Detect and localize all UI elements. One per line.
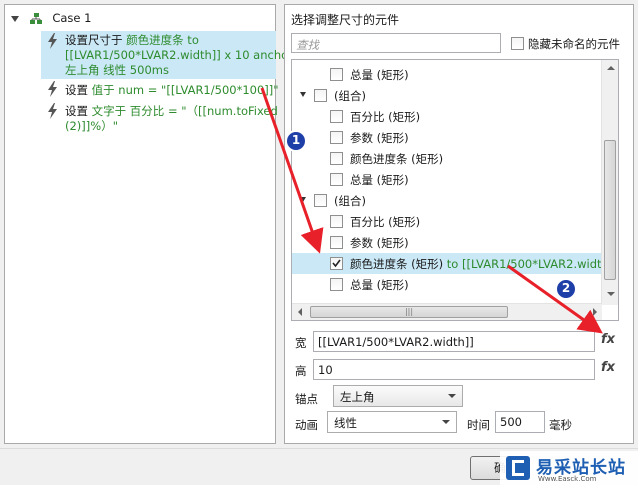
widget-checkbox[interactable] bbox=[330, 131, 343, 144]
widget-list-item[interactable]: 百分比 (矩形) bbox=[292, 211, 602, 232]
widget-checkbox[interactable] bbox=[330, 257, 343, 270]
widget-label: 百分比 (矩形) bbox=[350, 215, 421, 229]
chevron-down-icon bbox=[442, 420, 450, 424]
lightning-icon bbox=[48, 33, 57, 49]
scroll-left-icon[interactable] bbox=[298, 308, 302, 316]
widget-resize-expression: to [[LVAR1/500*LVAR2.width]] x 1 bbox=[446, 257, 618, 271]
widget-checkbox[interactable] bbox=[314, 194, 327, 207]
widget-label: 参数 (矩形) bbox=[350, 131, 409, 145]
annotation-badge-1-label: 1 bbox=[291, 133, 301, 147]
case-tree-panel: Case 1 设置尺寸于 颜色进度条 to [[LVAR1/500*LVAR2.… bbox=[4, 4, 293, 444]
widget-checkbox[interactable] bbox=[330, 152, 343, 165]
widget-label: 颜色进度条 (矩形) bbox=[350, 152, 444, 166]
height-label: 高 bbox=[295, 364, 307, 378]
horizontal-scrollbar[interactable]: ||| bbox=[292, 303, 602, 320]
widget-checkbox[interactable] bbox=[330, 68, 343, 81]
animation-label: 动画 bbox=[295, 418, 318, 432]
widget-checkbox[interactable] bbox=[330, 173, 343, 186]
action-expression: 百分比 = "（[[num.toFixed bbox=[126, 104, 278, 118]
width-label: 宽 bbox=[295, 336, 307, 350]
widget-checkbox[interactable] bbox=[314, 89, 327, 102]
anchor-value: 左上角 bbox=[340, 390, 375, 404]
watermark: 易采站长站 Www.Easck.Com bbox=[500, 451, 638, 485]
time-field[interactable]: 500 bbox=[495, 411, 545, 433]
widget-checkbox[interactable] bbox=[330, 236, 343, 249]
widget-checkbox[interactable] bbox=[330, 215, 343, 228]
time-label: 时间 bbox=[467, 418, 490, 432]
scroll-down-icon[interactable] bbox=[607, 292, 615, 296]
action-type: 值于 bbox=[91, 83, 115, 97]
scroll-up-icon[interactable] bbox=[607, 66, 615, 70]
widget-list-item[interactable]: 总量 (矩形) bbox=[292, 64, 602, 85]
animation-value: 线性 bbox=[334, 416, 357, 430]
check-icon bbox=[332, 259, 341, 268]
widget-list-item[interactable]: 百分比 (矩形) bbox=[292, 106, 602, 127]
hide-unnamed-label: 隐藏未命名的元件 bbox=[528, 37, 620, 51]
anchor-select[interactable]: 左上角 bbox=[333, 385, 463, 407]
ms-label: 毫秒 bbox=[549, 418, 572, 432]
widget-list-item[interactable]: 总量 (矩形) bbox=[292, 274, 602, 295]
resize-target-panel: 选择调整尺寸的元件 查找 隐藏未命名的元件 总量 (矩形) (组合) 百分比 (矩形… bbox=[284, 4, 634, 444]
scroll-thumb-horizontal[interactable]: ||| bbox=[310, 306, 508, 318]
height-field[interactable]: 10 bbox=[313, 359, 595, 380]
widget-label: 参数 (矩形) bbox=[350, 236, 409, 250]
action-set-text[interactable]: 设置 文字于 百分比 = "（[[num.toFixed (2)]]%）" bbox=[65, 104, 278, 134]
widget-label: 总量 (矩形) bbox=[350, 68, 409, 82]
case-label: Case 1 bbox=[52, 11, 92, 25]
panel-title: 选择调整尺寸的元件 bbox=[291, 13, 400, 27]
watermark-subtitle: Www.Easck.Com bbox=[538, 475, 597, 483]
action-verb: 设置尺寸于 bbox=[65, 33, 127, 47]
search-input[interactable]: 查找 bbox=[291, 33, 501, 53]
widget-list-item[interactable]: 颜色进度条 (矩形) bbox=[292, 148, 602, 169]
widget-label: 总量 (矩形) bbox=[350, 278, 409, 292]
widget-checkbox[interactable] bbox=[330, 110, 343, 123]
lightning-icon bbox=[48, 81, 57, 97]
action-verb: 设置 bbox=[65, 83, 92, 97]
widget-label: 颜色进度条 (矩形) to [[LVAR1/500*LVAR2.width]] … bbox=[350, 256, 618, 272]
action-target: 颜色进度条 to bbox=[126, 33, 199, 47]
widget-label: 总量 (矩形) bbox=[350, 173, 409, 187]
hide-unnamed-checkbox[interactable] bbox=[511, 37, 524, 50]
action-verb: 设置 bbox=[65, 104, 92, 118]
action-expression: num = "[[LVAR1/500*100]]" bbox=[114, 83, 279, 97]
expand-triangle-icon[interactable] bbox=[300, 197, 306, 202]
expand-triangle-icon[interactable] bbox=[300, 92, 306, 97]
vertical-scrollbar[interactable] bbox=[601, 60, 618, 305]
action-set-value[interactable]: 设置 值于 num = "[[LVAR1/500*100]]" bbox=[65, 82, 279, 98]
action-type: 文字于 bbox=[91, 104, 127, 118]
action-set-size-text: 设置尺寸于 颜色进度条 to [[LVAR1/500*LVAR2.width]]… bbox=[65, 33, 293, 78]
watermark-logo-icon bbox=[506, 456, 530, 480]
width-field[interactable]: [[LVAR1/500*LVAR2.width]] bbox=[313, 331, 595, 352]
lightning-icon bbox=[48, 103, 57, 119]
chevron-down-icon bbox=[448, 394, 456, 398]
scroll-thumb[interactable] bbox=[604, 140, 616, 280]
widget-list-item[interactable]: 颜色进度条 (矩形) to [[LVAR1/500*LVAR2.width]] … bbox=[292, 253, 618, 274]
widget-checkbox[interactable] bbox=[330, 278, 343, 291]
case-icon bbox=[29, 12, 42, 24]
widget-list-item[interactable]: 总量 (矩形) bbox=[292, 169, 602, 190]
widget-label: (组合) bbox=[334, 194, 366, 208]
action-expression: [[LVAR1/500*LVAR2.width]] x 10 anchor bbox=[65, 48, 293, 62]
action-expression-cont: (2)]]%）" bbox=[65, 119, 118, 133]
widget-list-item[interactable]: (组合) bbox=[292, 85, 602, 106]
case-row[interactable]: Case 1 bbox=[11, 11, 91, 26]
widget-list-item[interactable]: (组合) bbox=[292, 190, 602, 211]
collapse-triangle-icon[interactable] bbox=[11, 15, 19, 22]
width-fx-button[interactable]: fx bbox=[601, 332, 615, 347]
anchor-label: 锚点 bbox=[295, 392, 318, 406]
scroll-right-icon[interactable] bbox=[593, 308, 597, 316]
height-fx-button[interactable]: fx bbox=[601, 360, 615, 375]
annotation-badge-2-label: 2 bbox=[561, 281, 571, 295]
widget-label: 百分比 (矩形) bbox=[350, 110, 421, 124]
widget-label: (组合) bbox=[334, 89, 366, 103]
action-anchor-anim: 左上角 线性 500ms bbox=[65, 63, 169, 77]
widget-list-item[interactable]: 参数 (矩形) bbox=[292, 127, 602, 148]
widget-list-item[interactable]: 参数 (矩形) bbox=[292, 232, 602, 253]
animation-select[interactable]: 线性 bbox=[327, 411, 457, 433]
